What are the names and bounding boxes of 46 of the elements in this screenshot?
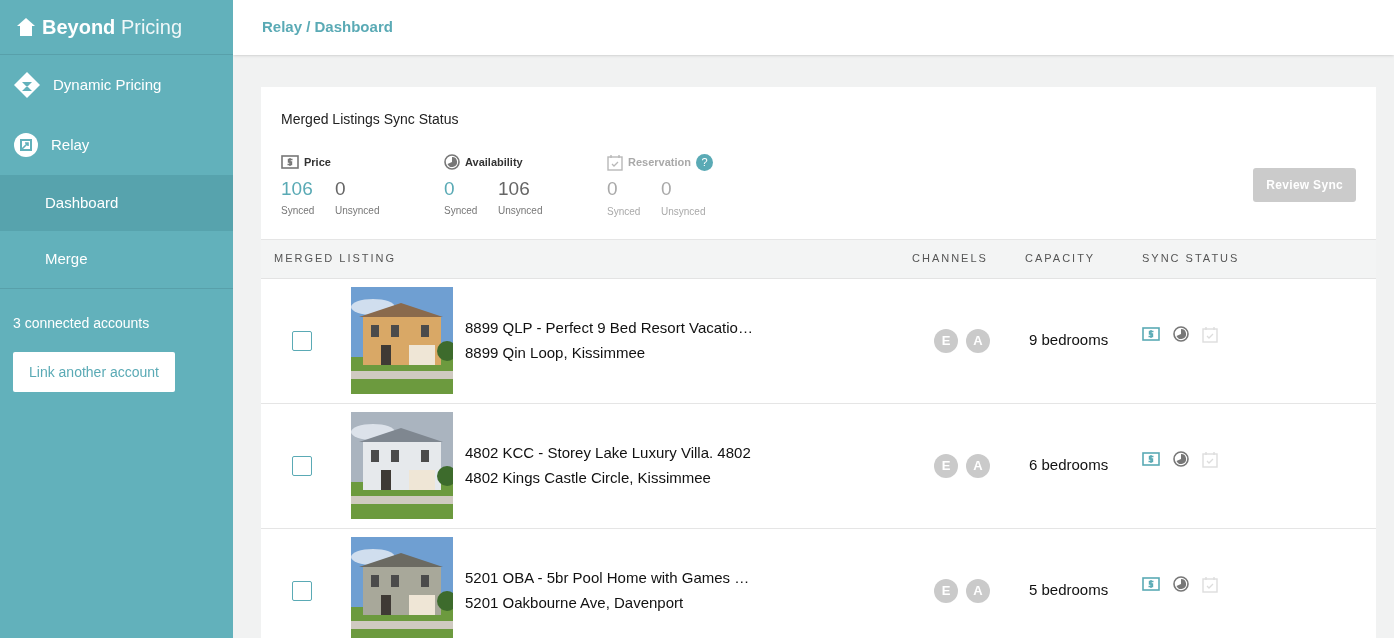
unsynced-count: 0 [661,177,673,201]
diamond-icon [13,71,41,99]
nav-item[interactable]: Relay [0,115,233,175]
nav-subitem[interactable]: Merge [0,231,233,287]
card-title: Merged Listings Sync Status [281,110,460,129]
checkbox[interactable] [292,330,312,351]
unsynced-count: 0 [335,176,347,201]
listing-address: 4802 Kings Castle Circle, Kissimmee [465,468,712,488]
link-account-button[interactable]: Link another account [13,352,175,392]
pie-clock-icon [444,154,460,171]
capacity: 6 bedrooms [1028,455,1109,476]
column-header: MERGED LISTING [273,251,398,267]
unsynced-count: 106 [498,176,531,201]
column-header: CHANNELS [912,251,989,267]
listing-title[interactable]: 4802 KCC - Storey Lake Luxury Villa. 4802 [465,441,751,464]
metric-label: Reservation [628,155,691,171]
house-icon [16,17,36,37]
metric-label: Availability [465,155,523,170]
listing-address: 8899 Qin Loop, Kissimmee [465,343,647,363]
dollar-bill-icon [281,155,299,170]
listing-address: 5201 Oakbourne Ave, Davenport [465,593,685,613]
column-header: SYNC STATUS [1142,251,1241,267]
listing-title[interactable]: 8899 QLP - Perfect 9 Bed Resort Vacatio… [465,316,753,339]
breadcrumb: Relay / Dashboard [262,17,393,38]
capacity: 9 bedrooms [1028,330,1109,351]
synced-label: Synced [444,204,479,218]
checkbox[interactable] [292,455,312,476]
synced-label: Synced [281,204,316,218]
unsynced-label: Unsynced [498,204,544,218]
synced-label: Synced [607,204,642,219]
column-header: CAPACITY [1025,251,1097,267]
nav-subitem[interactable]: Dashboard [0,175,233,231]
relay-icon [13,132,39,158]
synced-count: 0 [607,177,619,201]
capacity: 5 bedrooms [1028,580,1109,601]
unsynced-label: Unsynced [661,204,707,219]
calendar-check-icon [607,154,623,171]
checkbox[interactable] [292,580,312,601]
unsynced-label: Unsynced [335,204,381,218]
synced-count: 0 [444,176,456,201]
listing-title[interactable]: 5201 OBA - 5br Pool Home with Games … [465,566,750,589]
synced-count: 106 [281,176,314,201]
metric-label: Price [304,155,331,170]
accounts-count: 3 connected accounts [13,314,150,333]
brand-logo: Beyond Pricing [42,15,183,40]
nav-item[interactable]: Dynamic Pricing [0,55,233,115]
